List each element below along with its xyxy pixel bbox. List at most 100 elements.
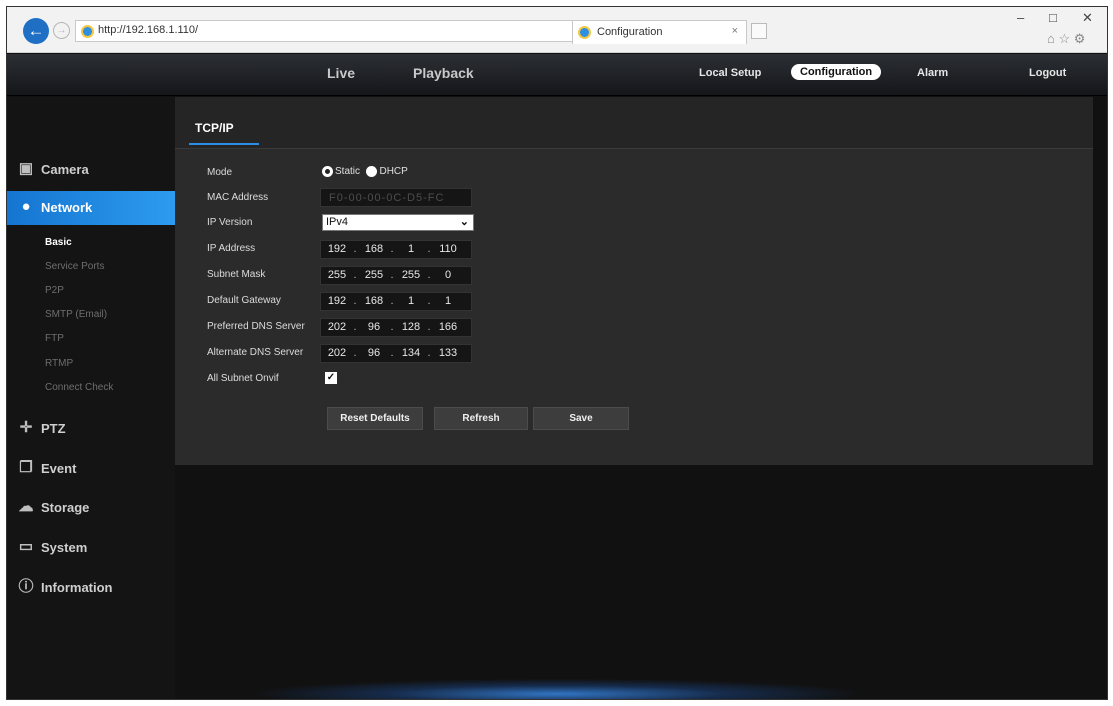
onvif-label: All Subnet Onvif [207,373,279,384]
browser-tab-configuration[interactable]: Configuration × [572,20,747,44]
sidebar-sub-rtmp[interactable]: RTMP [45,358,73,369]
ip-octet[interactable]: 168 [362,243,386,255]
mask-octet[interactable]: 255 [362,269,386,281]
event-icon: ❐ [19,459,33,476]
dns1-octet[interactable]: 96 [362,321,386,333]
sidebar-item-label: Storage [41,500,90,515]
sidebar-sub-service-ports[interactable]: Service Ports [45,261,104,272]
subnet-mask-label: Subnet Mask [207,269,266,280]
sidebar-item-label: Event [41,461,77,476]
sidebar-item-label: Information [41,580,113,595]
refresh-button[interactable]: Refresh [434,407,528,430]
ptz-icon: ✛ [19,419,33,436]
gw-octet[interactable]: 168 [362,295,386,307]
tab-tcpip[interactable]: TCP/IP [195,121,234,135]
bottom-glow-decoration [257,679,857,699]
new-tab-button[interactable] [751,23,767,39]
gw-octet[interactable]: 1 [436,295,460,307]
ip-octet[interactable]: 192 [325,243,349,255]
chevron-down-icon: ⌄ [459,216,469,228]
ip-octet[interactable]: 110 [436,243,460,255]
subnet-mask-input[interactable]: 255. 255. 255. 0 [320,266,472,285]
dns1-octet[interactable]: 166 [436,321,460,333]
mode-label: Mode [207,167,233,178]
gw-octet[interactable]: 1 [399,295,423,307]
ip-address-label: IP Address [207,243,256,254]
system-monitor-icon: ▭ [18,538,34,555]
ie-tab-icon [578,26,591,39]
sidebar-sub-connect-check[interactable]: Connect Check [45,382,113,393]
nav-playback[interactable]: Playback [413,65,474,81]
sidebar-item-information[interactable]: ⓘ Information [7,571,175,605]
tab-title: Configuration [597,26,663,38]
ip-version-label: IP Version [207,217,253,228]
sidebar-item-ptz[interactable]: ✛ PTZ [7,412,175,446]
nav-configuration[interactable]: Configuration [791,64,882,80]
dns1-octet[interactable]: 128 [399,321,423,333]
url-text[interactable]: http://192.168.1.110/ [98,24,198,36]
sidebar-item-camera[interactable]: ▣ Camera [7,153,175,187]
network-globe-icon: ● [21,198,31,215]
mac-address-field: F0-00-00-0C-D5-FC [320,188,472,207]
panel-tab-bar [175,97,1093,149]
alternate-dns-input[interactable]: 202. 96. 134. 133 [320,344,472,363]
dns2-octet[interactable]: 202 [325,347,349,359]
sidebar-item-label: Camera [41,162,89,177]
info-icon: ⓘ [18,578,34,595]
home-star-settings-icons[interactable]: ⌂ ☆ ⚙ [1047,31,1085,47]
camera-icon: ▣ [18,160,34,177]
nav-local-setup[interactable]: Local Setup [699,67,761,79]
dhcp-radio-label: DHCP [379,166,408,178]
browser-toolbar: ← → http://192.168.1.110/ ⌕ • ↻ Configur… [7,7,1107,53]
sidebar-sub-p2p[interactable]: P2P [45,285,64,296]
close-window-button[interactable]: ✕ [1082,10,1093,26]
reset-defaults-button[interactable]: Reset Defaults [327,407,423,430]
static-radio[interactable] [322,166,333,178]
dns1-octet[interactable]: 202 [325,321,349,333]
nav-logout[interactable]: Logout [1029,67,1066,79]
config-sidebar: ▣ Camera ● Network Basic Service Ports P… [7,97,175,699]
sidebar-item-label: PTZ [41,421,66,436]
forward-button[interactable]: → [53,22,70,39]
sidebar-item-label: Network [41,200,93,215]
minimize-button[interactable]: – [1017,10,1024,25]
sidebar-sub-ftp[interactable]: FTP [45,333,64,344]
sidebar-item-storage[interactable]: ☁ Storage [7,491,175,525]
dhcp-radio[interactable] [366,166,378,178]
ip-octet[interactable]: 1 [399,243,423,255]
sidebar-item-system[interactable]: ▭ System [7,531,175,565]
maximize-button[interactable]: □ [1049,10,1057,25]
ip-version-select[interactable]: IPv4 ⌄ [322,214,474,231]
mask-octet[interactable]: 255 [399,269,423,281]
tab-close-icon[interactable]: × [732,25,738,37]
mac-address-label: MAC Address [207,192,269,203]
gw-octet[interactable]: 192 [325,295,349,307]
storage-cloud-icon: ☁ [18,498,34,515]
gateway-label: Default Gateway [207,295,281,306]
onvif-checkbox[interactable]: ✓ [325,372,337,384]
ip-address-input[interactable]: 192. 168. 1. 110 [320,240,472,259]
sidebar-item-label: System [41,540,88,555]
sidebar-sub-basic[interactable]: Basic [45,237,72,248]
static-radio-label: Static [335,166,361,178]
save-button[interactable]: Save [533,407,629,430]
nav-live[interactable]: Live [327,65,355,81]
mask-octet[interactable]: 0 [436,269,460,281]
dns2-octet[interactable]: 133 [436,347,460,359]
ie-page-icon [81,25,94,38]
back-button[interactable]: ← [23,18,49,44]
sidebar-item-network[interactable]: ● Network [7,191,175,225]
dns2-octet[interactable]: 134 [399,347,423,359]
tcpip-panel: TCP/IP Mode Static DHCP MAC Address F0-0… [175,97,1093,465]
sidebar-sub-smtp[interactable]: SMTP (Email) [45,309,107,320]
sidebar-item-event[interactable]: ❐ Event [7,452,175,486]
browser-window: ← → http://192.168.1.110/ ⌕ • ↻ Configur… [6,6,1108,700]
ip-version-value: IPv4 [326,216,349,228]
nav-alarm[interactable]: Alarm [917,67,948,79]
mask-octet[interactable]: 255 [325,269,349,281]
preferred-dns-label: Preferred DNS Server [207,321,305,332]
preferred-dns-input[interactable]: 202. 96. 128. 166 [320,318,472,337]
gateway-input[interactable]: 192. 168. 1. 1 [320,292,472,311]
mode-radio-group: Static DHCP [322,163,410,181]
dns2-octet[interactable]: 96 [362,347,386,359]
